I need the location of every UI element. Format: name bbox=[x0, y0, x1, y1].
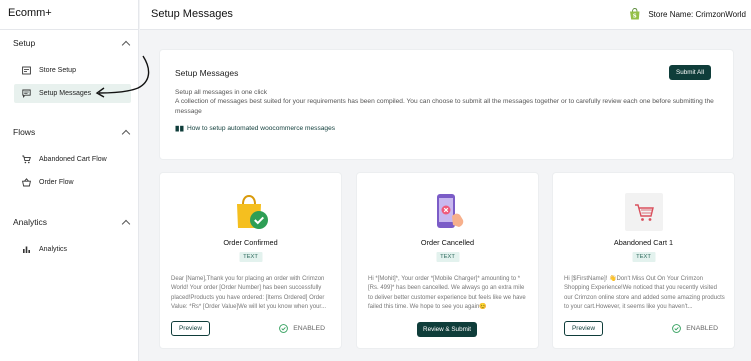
shopify-icon: S bbox=[630, 8, 640, 20]
sidebar-item-label: Order Flow bbox=[39, 179, 74, 186]
message-card-order-cancelled: Order Cancelled TEXT Hi *[Mohit]*, Your … bbox=[357, 173, 538, 348]
chevron-up-icon bbox=[121, 129, 131, 138]
cart-icon bbox=[22, 155, 31, 164]
sidebar-item-label: Store Setup bbox=[39, 67, 76, 74]
message-title: Order Confirmed bbox=[223, 238, 278, 247]
sidebar-item-label: Analytics bbox=[39, 246, 68, 253]
status-label: ENABLED bbox=[686, 325, 718, 332]
howto-link-label: How to setup automated woocommerce messa… bbox=[187, 125, 336, 132]
sidebar-section-setup[interactable]: Setup bbox=[0, 34, 139, 52]
sidebar-section-analytics[interactable]: Analytics bbox=[0, 213, 139, 231]
preview-button[interactable]: Preview bbox=[564, 321, 603, 336]
sidebar-item-label: Abandoned Cart Flow bbox=[39, 156, 107, 163]
check-circle-icon bbox=[279, 324, 289, 333]
section-title: Flows bbox=[13, 127, 36, 137]
sidebar-item-abandoned-cart-flow[interactable]: Abandoned Cart Flow bbox=[14, 150, 131, 169]
sidebar-item-setup-messages[interactable]: Setup Messages bbox=[14, 84, 131, 103]
description-line: Setup all messages in one click bbox=[175, 89, 267, 96]
sidebar-section-flows[interactable]: Flows bbox=[0, 123, 139, 141]
cancelled-order-phone-icon bbox=[436, 194, 463, 228]
message-body: Hi [$FirstName]! 👋Don't Miss Out On Your… bbox=[564, 276, 725, 311]
sidebar: Ecomm+ Setup Store Setup Setup Messages … bbox=[0, 0, 139, 361]
status-badge: ENABLED bbox=[279, 324, 325, 333]
sidebar-item-store-setup[interactable]: Store Setup bbox=[14, 61, 131, 80]
preview-button[interactable]: Preview bbox=[171, 321, 210, 336]
setup-description: Setup all messages in one click A collec… bbox=[175, 88, 720, 116]
message-title: Order Cancelled bbox=[420, 238, 475, 247]
description-text: A collection of messages best suited for… bbox=[175, 98, 714, 115]
setup-card-title: Setup Messages bbox=[175, 68, 239, 78]
shopping-cart-icon bbox=[624, 193, 663, 231]
message-type-tag: TEXT bbox=[632, 252, 655, 262]
page-title: Setup Messages bbox=[151, 8, 233, 20]
app-brand: Ecomm+ bbox=[0, 0, 138, 30]
book-icon bbox=[175, 125, 184, 132]
basket-icon bbox=[22, 178, 31, 187]
message-type-tag: TEXT bbox=[436, 252, 459, 262]
top-bar: Setup Messages S Store Name: CrimzonWorl… bbox=[140, 0, 751, 30]
section-title: Setup bbox=[13, 38, 36, 48]
sidebar-item-label: Setup Messages bbox=[39, 90, 92, 97]
howto-link[interactable]: How to setup automated woocommerce messa… bbox=[175, 125, 335, 132]
status-badge: ENABLED bbox=[672, 324, 718, 333]
store-info: S Store Name: CrimzonWorld bbox=[629, 8, 746, 20]
message-icon bbox=[22, 89, 31, 98]
setup-messages-card: Setup Messages Submit All Setup all mess… bbox=[160, 50, 733, 159]
chevron-up-icon bbox=[121, 219, 131, 228]
message-card-abandoned-cart: Abandoned Cart 1 TEXT Hi [$FirstName]! 👋… bbox=[553, 173, 734, 348]
svg-text:S: S bbox=[633, 14, 637, 20]
status-label: ENABLED bbox=[293, 325, 325, 332]
message-body: Hi *[Mohit]*, Your order *[Mobile Charge… bbox=[368, 276, 526, 311]
store-name: Store Name: CrimzonWorld bbox=[648, 9, 746, 19]
chevron-up-icon bbox=[121, 40, 131, 49]
message-type-tag: TEXT bbox=[239, 252, 262, 262]
sidebar-item-analytics[interactable]: Analytics bbox=[14, 240, 131, 259]
submit-all-button[interactable]: Submit All bbox=[669, 65, 711, 80]
sidebar-item-order-flow[interactable]: Order Flow bbox=[14, 173, 131, 192]
message-body: Dear [Name],Thank you for placing an ord… bbox=[171, 276, 327, 311]
message-card-order-confirmed: Order Confirmed TEXT Dear [Name],Thank y… bbox=[160, 173, 341, 348]
section-title: Analytics bbox=[13, 217, 48, 227]
review-submit-button[interactable]: Review & Submit bbox=[417, 322, 477, 337]
message-title: Abandoned Cart 1 bbox=[613, 238, 674, 247]
check-circle-icon bbox=[672, 324, 682, 333]
store-icon bbox=[22, 66, 31, 75]
shopping-bag-check-icon bbox=[236, 194, 268, 229]
bar-chart-icon bbox=[22, 245, 31, 254]
